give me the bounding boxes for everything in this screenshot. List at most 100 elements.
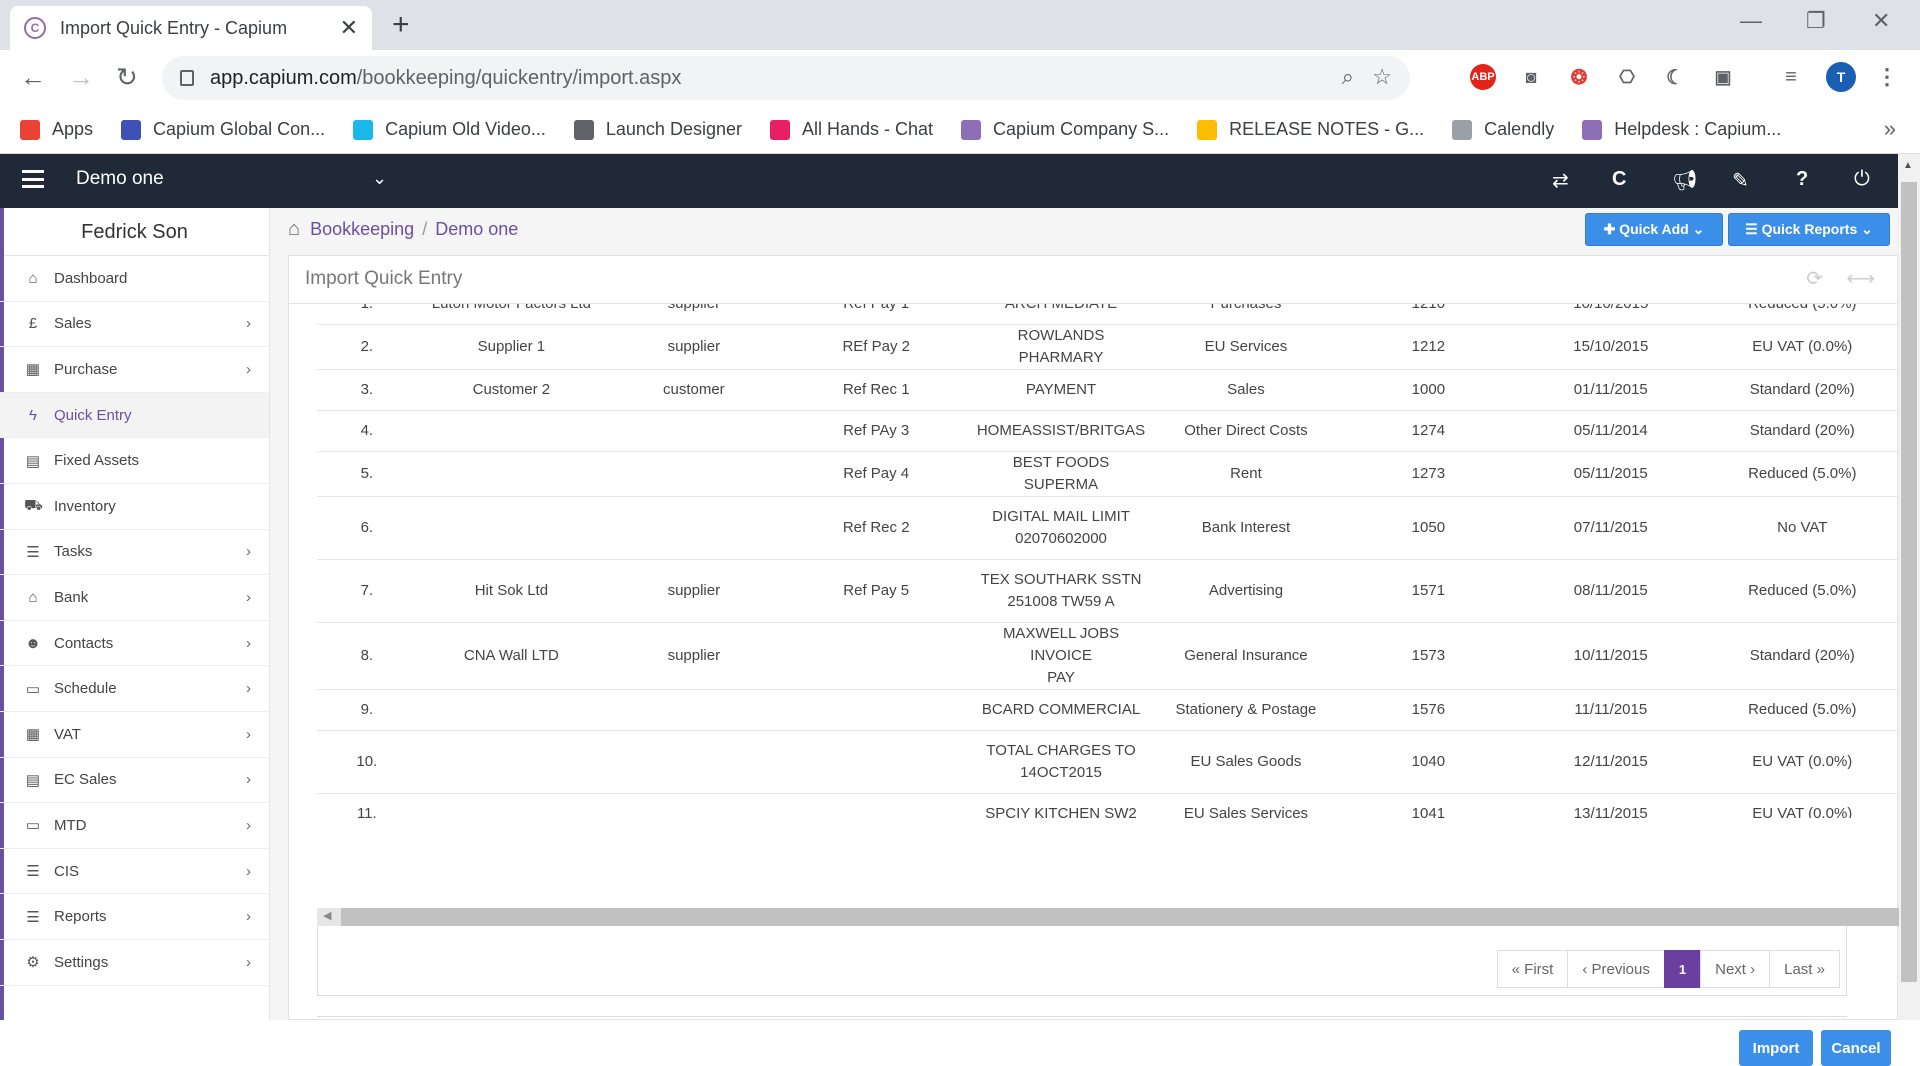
chevron-right-icon: › xyxy=(246,953,251,971)
profile-avatar[interactable]: T xyxy=(1826,62,1856,92)
scroll-left-icon[interactable]: ◀ xyxy=(323,909,331,922)
sidebar-item-cis[interactable]: ☰ CIS › xyxy=(0,849,269,895)
type-cell xyxy=(606,496,782,560)
vat-cell: Standard (20%) xyxy=(1705,622,1899,690)
help-icon[interactable]: ? xyxy=(1796,168,1808,191)
zoom-icon[interactable]: ⌕ xyxy=(1342,64,1354,90)
sidebar-item-vat[interactable]: ▦ VAT › xyxy=(0,712,269,758)
vat-cell: Reduced (5.0%) xyxy=(1705,451,1899,497)
import-button[interactable]: Import xyxy=(1739,1030,1813,1066)
browser-tab[interactable]: C Import Quick Entry - Capium ✕ xyxy=(10,6,372,50)
contact-cell xyxy=(416,451,607,497)
bookmark-star-icon[interactable]: ☆ xyxy=(1372,64,1392,90)
sidebar-item-inventory[interactable]: ⛟ Inventory xyxy=(0,484,269,530)
capium-extension-icon[interactable]: ☾ xyxy=(1662,64,1688,90)
scroll-up-icon[interactable]: ▲ xyxy=(1903,160,1913,171)
minimize-icon[interactable]: — xyxy=(1740,8,1762,34)
sidebar-item-icon: ▭ xyxy=(25,817,41,835)
cancel-button[interactable]: Cancel xyxy=(1821,1030,1891,1066)
sidebar-item-schedule[interactable]: ▭ Schedule › xyxy=(0,666,269,712)
expand-icon[interactable]: ⟷ xyxy=(1846,256,1875,302)
bookmarks-overflow-icon[interactable]: » xyxy=(1884,116,1896,142)
restore-icon[interactable]: ❐ xyxy=(1806,8,1826,34)
bookmark-item[interactable]: Calendly xyxy=(1452,119,1554,140)
row-number: 2. xyxy=(317,324,417,370)
table-row: 8. CNA Wall LTD supplier MAXWELL JOBS INVOI… xyxy=(317,622,1899,690)
pager-current-page[interactable]: 1 xyxy=(1663,950,1702,988)
client-selector[interactable]: Demo one xyxy=(76,168,164,190)
bookmarks-bar: Apps Capium Global Con... Capium Old Video… xyxy=(0,106,1920,154)
sidebar-item-sales[interactable]: £ Sales › xyxy=(0,302,269,348)
refresh-icon[interactable]: ⟳ xyxy=(1806,256,1823,302)
camera-icon[interactable]: ⎔ xyxy=(1614,64,1640,90)
page-scrollbar[interactable]: ▲ xyxy=(1898,154,1920,1020)
ticket-icon[interactable]: ✎ xyxy=(1732,168,1749,193)
extension-spiral-icon[interactable]: ❂ xyxy=(1566,64,1592,90)
bookmark-item[interactable]: RELEASE NOTES - G... xyxy=(1197,119,1424,140)
home-icon[interactable]: ⌂ xyxy=(288,218,300,241)
quick-add-button[interactable]: ✚ Quick Add ⌄ xyxy=(1585,213,1723,246)
bookmark-item[interactable]: All Hands - Chat xyxy=(769,119,933,140)
window-close-icon[interactable]: ✕ xyxy=(1872,8,1890,34)
bookmark-item[interactable]: Capium Company S... xyxy=(961,119,1169,140)
back-icon[interactable]: ← xyxy=(20,62,46,93)
sidebar-item-tasks[interactable]: ☰ Tasks › xyxy=(0,530,269,576)
tab-title: Import Quick Entry - Capium xyxy=(60,17,288,38)
bookmark-label: Capium Global Con... xyxy=(153,119,326,139)
announcement-icon[interactable]: 📢︎ xyxy=(1672,168,1697,193)
import-table-wrapper: 1.Luton Motor Factors LtdsupplierRef Pay… xyxy=(317,304,1899,818)
extension-stack-icon[interactable]: ▣ xyxy=(1710,64,1736,90)
bookmark-item[interactable]: Capium Global Con... xyxy=(121,119,325,140)
adblock-icon[interactable]: ABP xyxy=(1470,64,1496,90)
client-dropdown-icon[interactable]: ⌄ xyxy=(372,168,387,189)
sidebar-item-contacts[interactable]: ☻ Contacts › xyxy=(0,621,269,667)
pager-first[interactable]: « First xyxy=(1496,950,1569,988)
date-cell: 13/11/2015 xyxy=(1516,793,1706,818)
bookmark-item[interactable]: Launch Designer xyxy=(573,119,742,140)
sidebar-item-quick-entry[interactable]: ϟ Quick Entry xyxy=(0,392,269,439)
reload-icon[interactable]: ↻ xyxy=(116,62,138,93)
pager-previous[interactable]: ‹ Previous xyxy=(1567,950,1665,988)
table-row: 6. Ref Rec 2 DIGITAL MAIL LIMIT 02070602000… xyxy=(317,496,1899,560)
breadcrumb-current[interactable]: Demo one xyxy=(435,219,518,240)
pager-next[interactable]: Next › xyxy=(1700,950,1771,988)
sidebar-item-bank[interactable]: ⌂ Bank › xyxy=(0,575,269,621)
description-line: 14OCT2015 xyxy=(1020,763,1102,781)
sidebar-item-mtd[interactable]: ▭ MTD › xyxy=(0,803,269,849)
sidebar-item-label: Fixed Assets xyxy=(54,452,140,470)
browser-menu-icon[interactable]: ⋮ xyxy=(1874,64,1900,90)
media-queue-icon[interactable]: ≡ xyxy=(1778,64,1804,90)
sidebar-item-settings[interactable]: ⚙ Settings › xyxy=(0,940,269,986)
forward-icon[interactable]: → xyxy=(68,62,94,93)
new-tab-button[interactable]: + xyxy=(392,8,410,42)
sidebar-item-dashboard[interactable]: ⌂ Dashboard xyxy=(0,256,269,302)
sidebar-item-ec-sales[interactable]: ▤ EC Sales › xyxy=(0,758,269,804)
tab-close-icon[interactable]: ✕ xyxy=(340,15,358,41)
sidebar-item-icon: ⌂ xyxy=(28,588,38,606)
quick-reports-button[interactable]: ☰ Quick Reports ⌄ xyxy=(1728,213,1890,246)
horizontal-scrollbar[interactable]: ◀ xyxy=(317,908,1899,926)
menu-toggle-icon[interactable] xyxy=(22,170,44,188)
address-bar[interactable]: app.capium.com/bookkeeping/quickentry/im… xyxy=(162,56,1410,100)
bookmark-item[interactable]: Capium Old Video... xyxy=(353,119,546,140)
switch-icon[interactable]: ⇄ xyxy=(1552,168,1569,193)
reference-cell xyxy=(781,793,971,818)
breadcrumb-bookkeeping[interactable]: Bookkeeping xyxy=(310,219,414,240)
sidebar-item-label: Contacts xyxy=(54,634,114,652)
date-cell: 05/11/2015 xyxy=(1516,451,1706,497)
horizontal-scroll-thumb[interactable] xyxy=(341,908,1899,926)
sidebar-item-reports[interactable]: ☰ Reports › xyxy=(0,894,269,940)
browser-tabstrip: C Import Quick Entry - Capium ✕ + — ❐ ✕ xyxy=(0,0,1920,50)
bookmark-item[interactable]: Helpdesk : Capium... xyxy=(1582,119,1781,140)
sidebar-item-purchase[interactable]: ▦ Purchase › xyxy=(0,347,269,393)
capium-logo-icon[interactable]: C xyxy=(1612,168,1626,191)
description-cell: BEST FOODS SUPERMA xyxy=(970,451,1152,497)
sidebar-item-fixed-assets[interactable]: ▤ Fixed Assets xyxy=(0,438,269,484)
sidebar-item-label: Dashboard xyxy=(54,269,128,287)
scroll-thumb[interactable] xyxy=(1901,182,1917,982)
screenshot-icon[interactable]: ◙ xyxy=(1518,64,1544,90)
code-cell: 1573 xyxy=(1340,622,1517,690)
pager-last[interactable]: Last » xyxy=(1769,950,1840,988)
power-icon[interactable]: ⏻ xyxy=(1854,168,1870,191)
bookmark-item[interactable]: Apps xyxy=(20,119,93,140)
